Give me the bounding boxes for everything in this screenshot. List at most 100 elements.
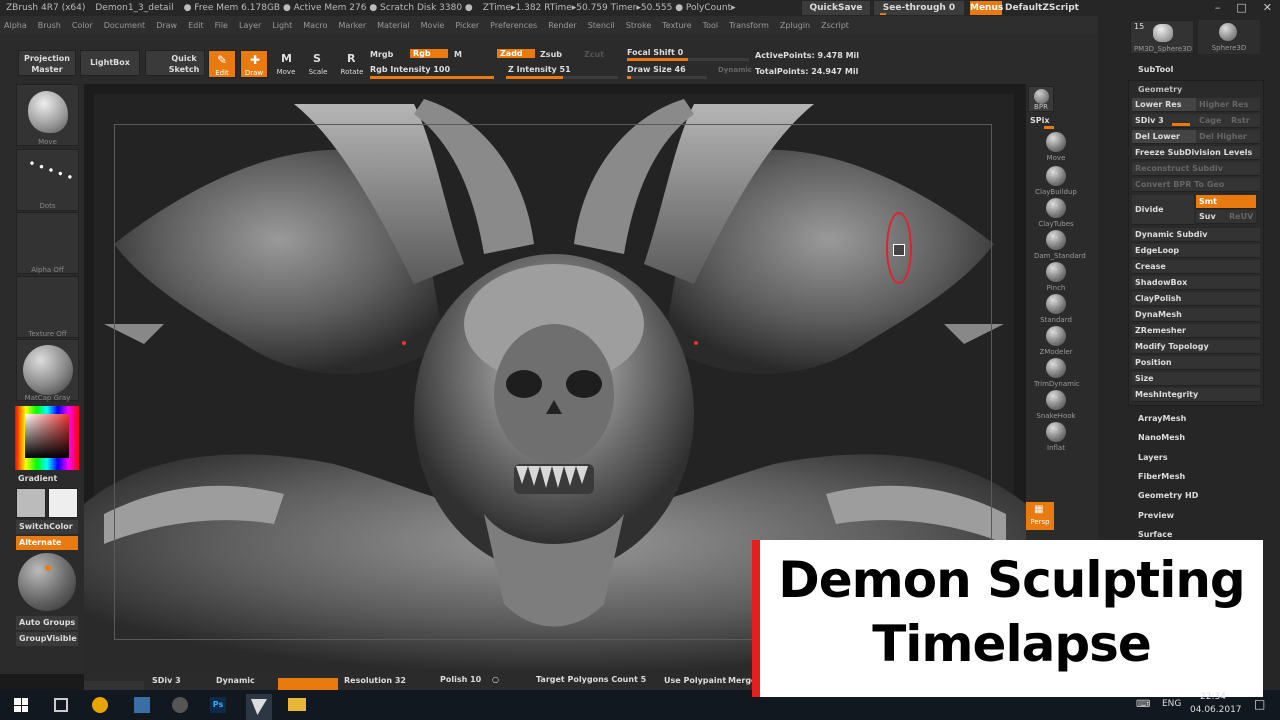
z-intensity-slider[interactable] — [506, 76, 618, 79]
menu-layer[interactable]: Layer — [239, 21, 261, 30]
section-layers[interactable]: Layers — [1138, 453, 1168, 462]
rstr-button[interactable]: Rstr — [1228, 114, 1260, 128]
use-polypaint-button[interactable]: Use Polypaint — [664, 676, 726, 685]
persp-button[interactable]: ▦ Persp — [1026, 502, 1054, 530]
desktop-app-icon[interactable] — [134, 697, 150, 713]
menu-document[interactable]: Document — [104, 21, 145, 30]
secondary-color-swatch[interactable] — [48, 488, 78, 518]
del-higher-button[interactable]: Del Higher — [1196, 130, 1260, 144]
keyboard-icon[interactable]: ⌨ — [1136, 699, 1150, 710]
color-picker[interactable] — [15, 406, 79, 470]
geo-size[interactable]: Size — [1132, 372, 1260, 386]
menu-render[interactable]: Render — [548, 21, 576, 30]
smt-toggle[interactable]: Smt — [1196, 195, 1256, 209]
brush-snakehook[interactable]: SnakeHook — [1034, 390, 1078, 420]
brush-claytubes[interactable]: ClayTubes — [1034, 198, 1078, 228]
move-mode-button[interactable]: M Move — [272, 50, 300, 78]
del-lower-button[interactable]: Del Lower — [1132, 130, 1196, 144]
avast-icon[interactable] — [92, 697, 108, 713]
quick-sketch-button[interactable]: Quick Sketch — [145, 50, 205, 76]
geo-zremesher[interactable]: ZRemesher — [1132, 324, 1260, 338]
default-zscript-button[interactable]: DefaultZScript — [1005, 1, 1079, 15]
focal-shift-slider[interactable] — [627, 58, 749, 61]
bpr-button[interactable]: BPR — [1028, 86, 1054, 112]
geo-position[interactable]: Position — [1132, 356, 1260, 370]
menu-movie[interactable]: Movie — [421, 21, 445, 30]
divide-button[interactable]: Divide — [1132, 195, 1194, 225]
rotate-mode-button[interactable]: R Rotate — [336, 50, 368, 78]
tool-thumbnail-2[interactable]: Sphere3D — [1198, 20, 1260, 54]
photoshop-icon[interactable]: Ps — [210, 697, 226, 713]
section-arraymesh[interactable]: ArrayMesh — [1138, 414, 1186, 423]
menu-picker[interactable]: Picker — [455, 21, 479, 30]
draw-size-slider[interactable] — [627, 76, 707, 79]
menu-preferences[interactable]: Preferences — [490, 21, 537, 30]
section-nanomesh[interactable]: NanoMesh — [1138, 433, 1185, 442]
reconstruct-subdiv-button[interactable]: Reconstruct Subdiv — [1132, 162, 1260, 176]
reuv-button[interactable]: ReUV — [1226, 210, 1256, 224]
menu-stencil[interactable]: Stencil — [588, 21, 615, 30]
brush-claybuildup[interactable]: ClayBuildup — [1034, 166, 1078, 196]
section-geometry-hd[interactable]: Geometry HD — [1138, 491, 1198, 500]
section-preview[interactable]: Preview — [1138, 511, 1174, 520]
rgb-intensity-slider[interactable] — [370, 76, 494, 79]
edit-mode-button[interactable]: ✎ Edit — [208, 50, 236, 78]
scale-mode-button[interactable]: S Scale — [304, 50, 332, 78]
menu-material[interactable]: Material — [377, 21, 410, 30]
see-through-slider[interactable]: See-through 0 — [874, 1, 964, 15]
polish-radio-icon[interactable]: ○ — [492, 675, 499, 684]
projection-master-button[interactable]: Projection Master — [18, 50, 76, 76]
menu-marker[interactable]: Marker — [338, 21, 366, 30]
geo-dynamic-subdiv[interactable]: Dynamic Subdiv — [1132, 228, 1260, 242]
higher-res-button[interactable]: Higher Res — [1196, 98, 1260, 112]
lightbox-button[interactable]: LightBox — [80, 50, 140, 76]
menu-color[interactable]: Color — [72, 21, 93, 30]
zsub-button[interactable]: Zsub — [540, 50, 562, 59]
geo-claypolish[interactable]: ClayPolish — [1132, 292, 1260, 306]
zadd-button[interactable]: Zadd — [497, 49, 535, 58]
close-icon[interactable]: ✕ — [1263, 0, 1272, 16]
texture-thumbnail[interactable] — [16, 276, 79, 338]
geometry-header[interactable]: Geometry — [1138, 85, 1182, 94]
geo-meshintegrity[interactable]: MeshIntegrity — [1132, 388, 1260, 402]
brush-inflat[interactable]: Inflat — [1034, 422, 1078, 452]
draw-mode-button[interactable]: ✚ Draw — [240, 50, 268, 78]
menu-macro[interactable]: Macro — [303, 21, 327, 30]
cage-button[interactable]: Cage — [1196, 114, 1228, 128]
rgb-button[interactable]: Rgb — [410, 49, 448, 58]
convert-bpr-button[interactable]: Convert BPR To Geo — [1132, 178, 1260, 192]
section-fibermesh[interactable]: FiberMesh — [1138, 472, 1185, 481]
m-button[interactable]: M — [454, 50, 462, 59]
file-explorer-icon[interactable] — [288, 698, 306, 711]
minimize-icon[interactable]: – — [1215, 0, 1221, 16]
brush-standard[interactable]: Standard — [1034, 294, 1078, 324]
sdiv-slider[interactable]: SDiv 3 — [1132, 114, 1196, 128]
dynamesh-dynamic-label[interactable]: Dynamic — [216, 676, 255, 685]
geo-shadowbox[interactable]: ShadowBox — [1132, 276, 1260, 290]
spix-slider-fill[interactable] — [1044, 126, 1054, 129]
menu-zscript[interactable]: Zscript — [821, 21, 849, 30]
color-square[interactable] — [25, 414, 69, 458]
dynamic-button[interactable]: Dynamic — [718, 66, 752, 74]
suv-toggle[interactable]: Suv — [1196, 210, 1226, 224]
language-indicator[interactable]: ENG — [1162, 699, 1181, 709]
menu-file[interactable]: File — [215, 21, 228, 30]
maximize-icon[interactable]: □ — [1236, 0, 1246, 16]
menu-edit[interactable]: Edit — [188, 21, 204, 30]
menu-light[interactable]: Light — [272, 21, 292, 30]
recorder-app-icon[interactable] — [172, 697, 188, 713]
start-button-icon[interactable] — [14, 698, 28, 712]
group-visible-button[interactable]: GroupVisible — [16, 632, 78, 646]
menu-draw[interactable]: Draw — [156, 21, 177, 30]
menus-button[interactable]: Menus — [970, 1, 1003, 15]
zbrush-taskbar-button[interactable] — [246, 694, 272, 720]
tool-sphere-icon[interactable] — [18, 553, 76, 611]
clock-time[interactable]: 22:34 — [1200, 692, 1226, 702]
zcut-button[interactable]: Zcut — [584, 50, 604, 59]
lower-res-button[interactable]: Lower Res — [1132, 98, 1196, 112]
menu-transform[interactable]: Transform — [729, 21, 769, 30]
material-thumbnail[interactable] — [16, 339, 79, 401]
switch-color-button[interactable]: SwitchColor — [16, 520, 78, 534]
menu-texture[interactable]: Texture — [662, 21, 691, 30]
subtool-menu[interactable]: SubTool — [1138, 65, 1173, 74]
